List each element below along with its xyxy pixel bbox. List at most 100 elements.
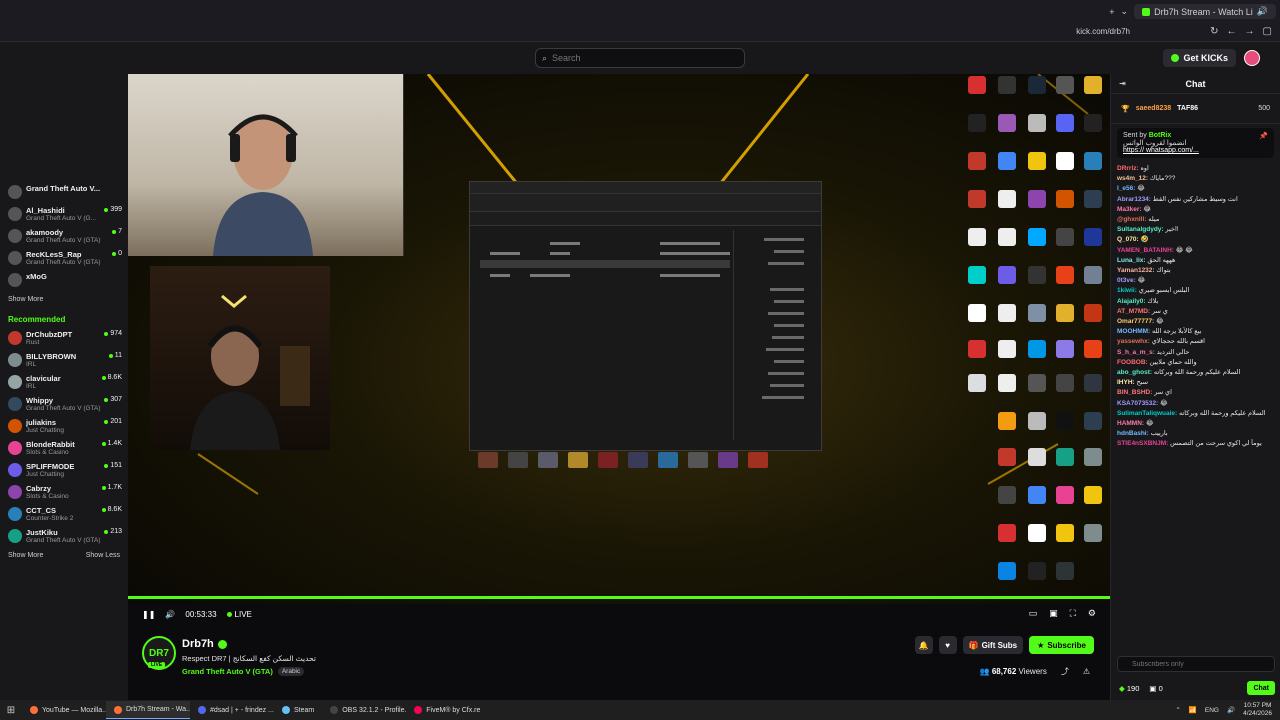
chat-username[interactable]: @ghxnlll: [1117, 216, 1146, 223]
sidebar-channel[interactable]: Whippy Grand Theft Auto V (GTA) 307 [0, 394, 128, 416]
sidebar-channel[interactable]: juliakins Just Chatting 201 [0, 416, 128, 438]
pip-icon[interactable]: ▣ [1049, 608, 1058, 619]
video-player[interactable] [128, 74, 1110, 604]
language-tag[interactable]: Arabic [277, 667, 305, 676]
streamer-name[interactable]: Drb7h [182, 638, 227, 650]
sidebar-channel[interactable]: Cabrzy Slots & Casino 1.7K [0, 482, 128, 504]
start-icon[interactable]: ⊞ [0, 705, 22, 716]
reload-icon[interactable]: ↻ [1210, 26, 1218, 37]
taskbar-app[interactable]: OBS 32.1.2 - Profile... [322, 701, 406, 719]
forward-icon[interactable]: → [1245, 26, 1255, 37]
settings-gear-icon[interactable]: ⚙ [1088, 608, 1096, 619]
notification-bell-icon[interactable]: 🔔 [914, 636, 933, 654]
pause-icon[interactable]: ❚❚ [142, 610, 155, 619]
share-icon[interactable]: ⤴ [1061, 666, 1069, 677]
category-link[interactable]: Grand Theft Auto V (GTA) [182, 667, 273, 676]
pin-icon[interactable]: 📌 [1259, 132, 1268, 140]
chat-username[interactable]: DRrrlz: [1117, 165, 1139, 172]
collapse-chat-icon[interactable]: ⇥ [1119, 79, 1126, 88]
fullscreen-icon[interactable]: ⛶ [1070, 608, 1076, 619]
browser-tab-active[interactable]: Drb7h Stream - Watch Li 🔊 [1134, 4, 1276, 19]
sidebar-channel[interactable]: JustKiku Grand Theft Auto V (GTA) 213 [0, 526, 128, 548]
gift-subs-button[interactable]: 🎁 Gift Subs [962, 636, 1024, 654]
chat-username[interactable]: abo_ghost: [1117, 369, 1152, 376]
chat-username[interactable]: ws4m_12: [1117, 175, 1148, 182]
chat-username[interactable]: SulimanTaliqwuaie: [1117, 410, 1177, 417]
get-kicks-button[interactable]: Get KICKs [1163, 49, 1236, 67]
follow-heart-icon[interactable]: ♥ [938, 636, 957, 654]
user-avatar[interactable] [1244, 50, 1260, 66]
taskbar-app[interactable]: Drb7h Stream - Wa... [106, 701, 190, 719]
taskbar-app[interactable]: #dsad | + - frindez ... [190, 701, 274, 719]
new-tab-icon[interactable]: + [1109, 7, 1114, 17]
taskbar-app[interactable]: Steam [274, 701, 322, 719]
chat-username[interactable]: S_h_a_m_s: [1117, 349, 1155, 356]
sidebar-channel[interactable]: CCT_CS Counter-Strike 2 8.6K [0, 504, 128, 526]
sidebar-channel[interactable]: Al_Hashidi Grand Theft Auto V (G... 399 [0, 204, 128, 226]
chat-username[interactable]: IHYH: [1117, 379, 1135, 386]
live-dot-icon [101, 441, 106, 446]
report-icon[interactable]: ⚠ [1083, 667, 1090, 676]
show-less-recommended[interactable]: Show Less [86, 552, 120, 559]
volume-icon[interactable]: 🔊 [165, 610, 175, 619]
sidebar-channel[interactable]: DrChubzDPT Rust 974 [0, 328, 128, 350]
show-more-following[interactable]: Show More [0, 292, 128, 311]
tab-audio-icon[interactable]: 🔊 [1257, 6, 1268, 17]
chat-input-box[interactable] [1117, 656, 1275, 672]
chat-username[interactable]: Yaman1232: [1117, 267, 1155, 274]
chat-text: ي سر [1151, 307, 1168, 315]
desktop-app-icon [1056, 190, 1074, 208]
sidebar-channel[interactable]: xMoG [0, 270, 128, 292]
theater-mode-icon[interactable]: ▭ [1029, 608, 1038, 619]
sidebar-channel[interactable]: SPLIFFMODE Just Chatting 151 [0, 460, 128, 482]
sidebar-channel[interactable]: BlondeRabbit Slots & Casino 1.4K [0, 438, 128, 460]
sidebar-channel[interactable]: akamoody Grand Theft Auto V (GTA) 7 [0, 226, 128, 248]
sidebar-channel[interactable]: Grand Theft Auto V... [0, 182, 128, 204]
chat-username[interactable]: Q_070: [1117, 236, 1139, 243]
chat-username[interactable]: yassewhx: [1117, 338, 1150, 345]
speaker-icon[interactable]: 🔊 [1227, 706, 1235, 714]
chat-username[interactable]: KSA7073532: [1117, 400, 1158, 407]
chat-username[interactable]: YAMEN_BATAINH: [1117, 247, 1174, 254]
chat-username[interactable]: hdnBashi: [1117, 430, 1149, 437]
chat-username[interactable]: STIE4nSXBNJM: [1117, 440, 1168, 447]
chat-username[interactable]: FOOBOB: [1117, 359, 1148, 366]
sidebar-channel[interactable]: BILLYBROWN IRL 11 [0, 350, 128, 372]
sidebar-channel[interactable]: clavicular IRL 8.6K [0, 372, 128, 394]
taskbar-app[interactable]: YouTube — Mozilla... [22, 701, 106, 719]
chat-input[interactable] [1132, 660, 1262, 668]
search-box[interactable]: ⌕ [535, 48, 745, 68]
back-icon[interactable]: ← [1227, 26, 1237, 37]
pinned-link[interactable]: https:// whatsapp.com/... [1123, 147, 1268, 154]
sidebar-channel[interactable]: RecKLesS_Rap Grand Theft Auto V (GTA) 0 [0, 248, 128, 270]
chat-username[interactable]: 1kiwii: [1117, 287, 1137, 294]
wifi-icon[interactable]: 📶 [1189, 706, 1197, 714]
chat-username[interactable]: Abrar1234: [1117, 196, 1151, 203]
app-icon [282, 706, 290, 714]
tab-list-icon[interactable]: ⌄ [1121, 6, 1129, 17]
chat-username[interactable]: Sultanalgdydy: [1117, 226, 1164, 233]
taskbar-app[interactable]: FiveM® by Cfx.re [406, 701, 488, 719]
show-more-recommended[interactable]: Show More [8, 552, 43, 559]
chat-username[interactable]: HAMMN: [1117, 420, 1144, 427]
tray-chevron-icon[interactable]: ⌃ [1175, 706, 1180, 714]
chat-username[interactable]: AT_M7MD: [1117, 308, 1150, 315]
chat-username[interactable]: l_e56: [1117, 185, 1135, 192]
send-chat-button[interactable]: Chat [1247, 681, 1275, 695]
chat-username[interactable]: Alajaily0: [1117, 298, 1146, 305]
window-icon[interactable]: ▢ [1263, 26, 1272, 37]
clock[interactable]: 10:57 PM 4/24/2026 [1243, 702, 1272, 718]
chat-username[interactable]: Luna_lix: [1117, 257, 1146, 264]
url-text[interactable]: kick.com/drb7h [1076, 27, 1130, 36]
chat-username[interactable]: Ma3ker: [1117, 206, 1142, 213]
language-indicator[interactable]: ENG [1205, 707, 1219, 714]
chat-username[interactable]: Omar77777: [1117, 318, 1154, 325]
chat-username[interactable]: 0t3ve: [1117, 277, 1136, 284]
subscribe-button[interactable]: ★ Subscribe [1029, 636, 1094, 654]
chat-username[interactable]: MOOHMM: [1117, 328, 1150, 335]
show-more-label[interactable]: Show More [8, 296, 43, 303]
desktop-app-icon [1028, 114, 1046, 132]
search-input[interactable] [552, 53, 723, 63]
playback-progress-bar[interactable] [128, 596, 1110, 599]
chat-username[interactable]: BIN_BSHD: [1117, 389, 1152, 396]
